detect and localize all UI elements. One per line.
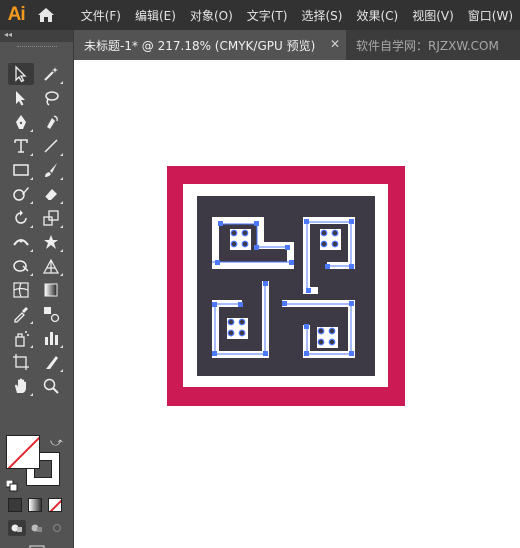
menu-window[interactable]: 窗口(W): [461, 7, 520, 24]
menu-file[interactable]: 文件(F): [74, 7, 128, 24]
blend-icon[interactable]: [38, 303, 64, 325]
pen-icon[interactable]: [8, 111, 34, 133]
panel-grip[interactable]: [0, 42, 73, 52]
menu-effect[interactable]: 效果(C): [349, 7, 405, 24]
app-logo[interactable]: Ai: [4, 2, 28, 28]
paintbrush-icon[interactable]: [38, 159, 64, 181]
close-icon[interactable]: ✕: [330, 37, 340, 51]
width-icon[interactable]: [8, 231, 34, 253]
column-graph-icon[interactable]: [38, 327, 64, 349]
lasso-icon[interactable]: [38, 87, 64, 109]
color-mode-button[interactable]: [8, 498, 22, 512]
fill-swatch[interactable]: [6, 435, 40, 469]
gradient-icon[interactable]: [38, 279, 64, 301]
perspective-grid-icon[interactable]: [38, 255, 64, 277]
draw-inside-icon[interactable]: [48, 520, 66, 536]
selection-tool-icon[interactable]: [8, 63, 34, 85]
menu-edit[interactable]: 编辑(E): [128, 7, 183, 24]
menu-view[interactable]: 视图(V): [405, 7, 461, 24]
rotate-icon[interactable]: [8, 207, 34, 229]
type-icon[interactable]: [8, 135, 34, 157]
direct-selection-icon[interactable]: [8, 87, 34, 109]
eyedropper-icon[interactable]: [8, 303, 34, 325]
hand-icon[interactable]: [8, 375, 34, 397]
curvature-icon[interactable]: [38, 111, 64, 133]
mesh-icon[interactable]: [8, 279, 34, 301]
eraser-icon[interactable]: [38, 183, 64, 205]
menu-bar: Ai 文件(F) 编辑(E) 对象(O) 文字(T) 选择(S) 效果(C) 视…: [0, 0, 520, 30]
none-mode-button[interactable]: [48, 498, 62, 512]
tab-active-document[interactable]: 未标题-1* @ 217.18% (CMYK/GPU 预览): [74, 30, 346, 60]
tab-inactive-document[interactable]: 软件自学网：RJZXW.COM: [356, 30, 499, 60]
shaper-icon[interactable]: [8, 183, 34, 205]
document-tabs: 未标题-1* @ 217.18% (CMYK/GPU 预览) ✕ 软件自学网：R…: [74, 30, 520, 60]
home-icon[interactable]: [36, 3, 55, 27]
tools-panel-header: ◂◂: [0, 30, 73, 42]
magic-wand-icon[interactable]: [38, 63, 64, 85]
tab-active-label: 未标题-1* @ 217.18% (CMYK/GPU 预览): [84, 38, 316, 53]
collapse-icon[interactable]: ◂◂: [4, 30, 12, 39]
tab-inactive-label: 软件自学网：RJZXW.COM: [356, 38, 499, 53]
symbol-sprayer-icon[interactable]: [8, 327, 34, 349]
line-icon[interactable]: [38, 135, 64, 157]
shape-builder-icon[interactable]: [8, 255, 34, 277]
puppet-warp-icon[interactable]: [38, 231, 64, 253]
seal-artwork[interactable]: [167, 166, 405, 406]
menu-select[interactable]: 选择(S): [294, 7, 349, 24]
default-fill-stroke-icon[interactable]: [5, 477, 18, 492]
swap-fill-stroke-icon[interactable]: ⤻: [50, 435, 63, 450]
artboard-icon[interactable]: [8, 351, 34, 373]
gradient-mode-button[interactable]: [28, 498, 42, 512]
artboard-canvas[interactable]: [74, 60, 520, 548]
menu-type[interactable]: 文字(T): [240, 7, 295, 24]
tools-panel: ◂◂ ⤻: [0, 30, 74, 548]
draw-behind-icon[interactable]: [28, 520, 46, 536]
zoom-icon[interactable]: [38, 375, 64, 397]
slice-icon[interactable]: [38, 351, 64, 373]
draw-normal-icon[interactable]: [8, 520, 26, 536]
menu-items: 文件(F) 编辑(E) 对象(O) 文字(T) 选择(S) 效果(C) 视图(V…: [74, 7, 520, 24]
rectangle-icon[interactable]: [8, 159, 34, 181]
menu-object[interactable]: 对象(O): [183, 7, 240, 24]
scale-icon[interactable]: [38, 207, 64, 229]
